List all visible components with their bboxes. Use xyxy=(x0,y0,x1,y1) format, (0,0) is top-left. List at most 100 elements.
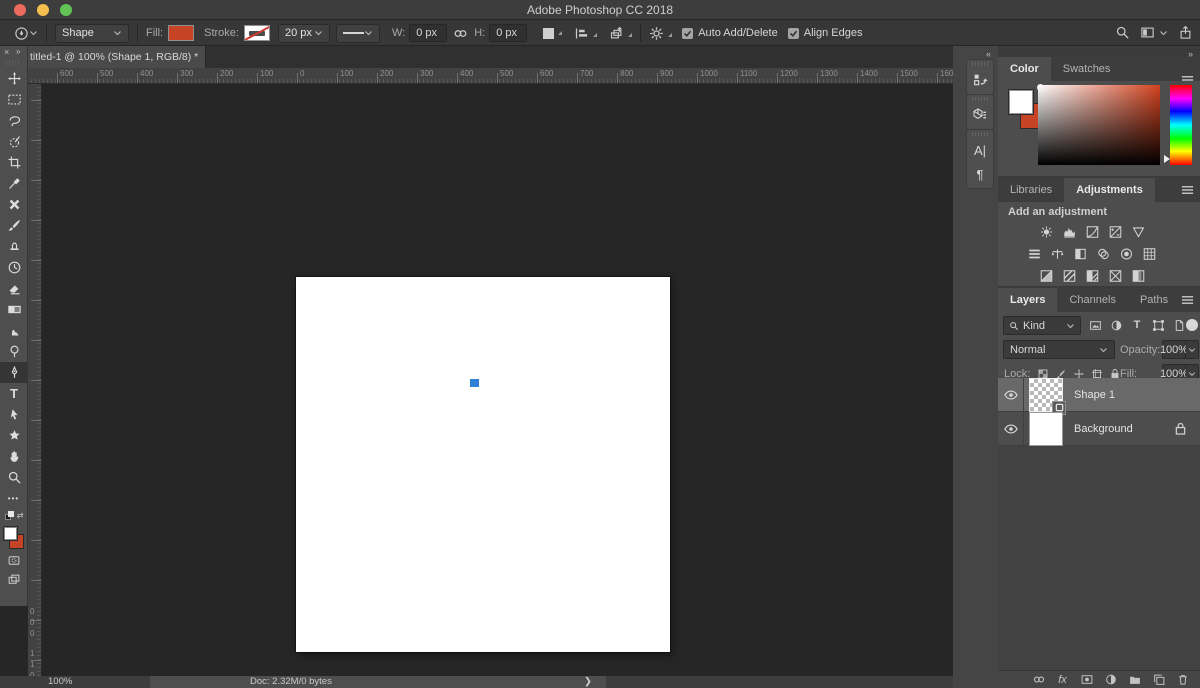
new-adjustment-icon[interactable] xyxy=(1103,673,1118,687)
canvas-document[interactable] xyxy=(296,277,670,652)
shape-width-input[interactable]: 0 px xyxy=(409,24,448,42)
threshold-adjustment-icon[interactable] xyxy=(1083,268,1101,284)
document-info-segment[interactable]: Doc: 2.32M/0 bytes ❯ xyxy=(150,676,606,688)
swap-colors-icon[interactable]: ⇄ xyxy=(4,511,24,522)
fill-color-swatch[interactable] xyxy=(168,25,195,41)
lasso-tool-icon[interactable] xyxy=(0,110,28,131)
workspace-switcher-icon[interactable] xyxy=(1140,25,1155,40)
eyedropper-tool-icon[interactable] xyxy=(0,173,28,194)
vertical-ruler[interactable]: 000110 xyxy=(28,84,42,676)
path-arrangement-button[interactable] xyxy=(609,26,633,41)
edit-toolbar-ellipsis[interactable]: ••• xyxy=(0,488,28,509)
opacity-value-field[interactable]: 100% xyxy=(1160,340,1188,359)
path-selection-tool-icon[interactable] xyxy=(0,404,28,425)
horizontal-ruler[interactable]: 600 500 400 300 200 100 0 100 200 300 400 500 600 700… xyxy=(0,68,953,84)
shape-anchor-point[interactable] xyxy=(470,379,479,387)
clone-stamp-tool-icon[interactable] xyxy=(0,236,28,257)
layer-name[interactable]: Shape 1 xyxy=(1074,389,1115,401)
type-layer-filter-icon[interactable]: T xyxy=(1129,317,1145,333)
selective-color-adjustment-icon[interactable] xyxy=(1106,268,1124,284)
character-panel-icon[interactable]: A| xyxy=(974,138,986,162)
color-position-marker[interactable] xyxy=(1037,84,1044,91)
hand-tool-icon[interactable] xyxy=(0,446,28,467)
brightness-contrast-adjustment-icon[interactable] xyxy=(1037,224,1055,240)
layer-visibility-eye-icon[interactable] xyxy=(998,378,1024,411)
link-dimensions-icon[interactable] xyxy=(453,26,468,41)
layer-name[interactable]: Background xyxy=(1074,423,1133,435)
canvas-viewport[interactable] xyxy=(0,84,953,676)
layer-row[interactable]: Background xyxy=(998,411,1200,446)
align-edges-checkbox[interactable] xyxy=(787,27,799,39)
move-tool-icon[interactable] xyxy=(0,68,28,89)
curves-adjustment-icon[interactable] xyxy=(1083,224,1101,240)
exposure-adjustment-icon[interactable] xyxy=(1106,224,1124,240)
tab-libraries[interactable]: Libraries xyxy=(998,178,1064,202)
layer-filter-kind-select[interactable]: Kind xyxy=(1003,316,1081,335)
color-balance-adjustment-icon[interactable] xyxy=(1049,246,1067,262)
custom-shape-tool-icon[interactable] xyxy=(0,425,28,446)
tab-channels[interactable]: Channels xyxy=(1057,288,1127,312)
pen-tool-preset-icon[interactable] xyxy=(14,26,29,41)
quick-mask-mode-icon[interactable] xyxy=(0,551,28,570)
expand-panels-icon[interactable]: « xyxy=(986,49,991,59)
shape-height-input[interactable]: 0 px xyxy=(489,24,528,42)
layer-thumbnail[interactable] xyxy=(1029,377,1066,415)
stroke-style-select[interactable] xyxy=(335,23,380,43)
properties-panel-icon[interactable] xyxy=(972,103,988,127)
path-operations-button[interactable] xyxy=(543,27,563,39)
layer-style-fx-icon[interactable]: fx xyxy=(1055,673,1070,687)
add-mask-icon[interactable] xyxy=(1079,673,1094,687)
adjustments-panel-menu-icon[interactable] xyxy=(1181,185,1194,195)
new-layer-icon[interactable] xyxy=(1151,673,1166,687)
screen-mode-icon[interactable] xyxy=(0,570,28,589)
crop-tool-icon[interactable] xyxy=(0,152,28,173)
opacity-chevron-icon[interactable] xyxy=(1186,340,1199,359)
brush-tool-icon[interactable] xyxy=(0,215,28,236)
delete-layer-icon[interactable] xyxy=(1175,673,1190,687)
link-layers-icon[interactable] xyxy=(1031,673,1046,687)
tab-layers[interactable]: Layers xyxy=(998,288,1058,312)
preset-chevron-icon[interactable] xyxy=(29,30,38,36)
eraser-tool-icon[interactable] xyxy=(0,278,28,299)
path-alignment-button[interactable] xyxy=(574,26,598,41)
stroke-color-swatch[interactable] xyxy=(243,25,270,41)
gradient-tool-icon[interactable] xyxy=(0,299,28,320)
smart-object-filter-icon[interactable] xyxy=(1171,317,1187,333)
history-brush-tool-icon[interactable] xyxy=(0,257,28,278)
photo-filter-adjustment-icon[interactable] xyxy=(1095,246,1113,262)
share-icon[interactable] xyxy=(1178,25,1193,40)
foreground-background-swatches[interactable] xyxy=(2,525,26,551)
adjustment-layer-filter-icon[interactable] xyxy=(1108,317,1124,333)
shape-settings-gear-button[interactable] xyxy=(649,26,673,41)
invert-adjustment-icon[interactable] xyxy=(1037,268,1055,284)
layer-filter-toggle[interactable] xyxy=(1186,319,1198,331)
hue-slider[interactable] xyxy=(1170,85,1192,165)
spot-healing-tool-icon[interactable] xyxy=(0,194,28,215)
gradient-map-adjustment-icon[interactable] xyxy=(1129,268,1147,284)
layer-thumbnail[interactable] xyxy=(1029,411,1063,446)
tool-mode-select[interactable]: Shape xyxy=(55,23,129,43)
history-panel-icon[interactable] xyxy=(972,68,988,92)
channel-mixer-adjustment-icon[interactable] xyxy=(1118,246,1136,262)
marquee-tool-icon[interactable] xyxy=(0,89,28,110)
levels-adjustment-icon[interactable] xyxy=(1060,224,1078,240)
shape-layer-filter-icon[interactable] xyxy=(1150,317,1166,333)
dodge-tool-icon[interactable] xyxy=(0,341,28,362)
zoom-tool-icon[interactable] xyxy=(0,467,28,488)
type-tool-icon[interactable]: T xyxy=(0,383,28,404)
document-tab[interactable]: titled-1 @ 100% (Shape 1, RGB/8) * xyxy=(0,46,206,68)
stroke-width-select[interactable]: 20 px xyxy=(277,23,330,43)
layer-row[interactable]: Shape 1 xyxy=(998,377,1200,415)
foreground-color-swatch[interactable] xyxy=(1008,89,1034,115)
quick-selection-tool-icon[interactable] xyxy=(0,131,28,152)
new-group-icon[interactable] xyxy=(1127,673,1142,687)
tab-swatches[interactable]: Swatches xyxy=(1051,57,1123,81)
hue-saturation-adjustment-icon[interactable] xyxy=(1026,246,1044,262)
layers-panel-menu-icon[interactable] xyxy=(1181,295,1194,305)
smudge-tool-icon[interactable] xyxy=(0,320,28,341)
workspace-chevron-icon[interactable] xyxy=(1159,30,1168,36)
status-options-chevron[interactable]: ❯ xyxy=(584,676,592,688)
tab-paths[interactable]: Paths xyxy=(1128,288,1180,312)
layer-visibility-eye-icon[interactable] xyxy=(998,412,1024,445)
layers-empty-area[interactable] xyxy=(998,446,1200,670)
